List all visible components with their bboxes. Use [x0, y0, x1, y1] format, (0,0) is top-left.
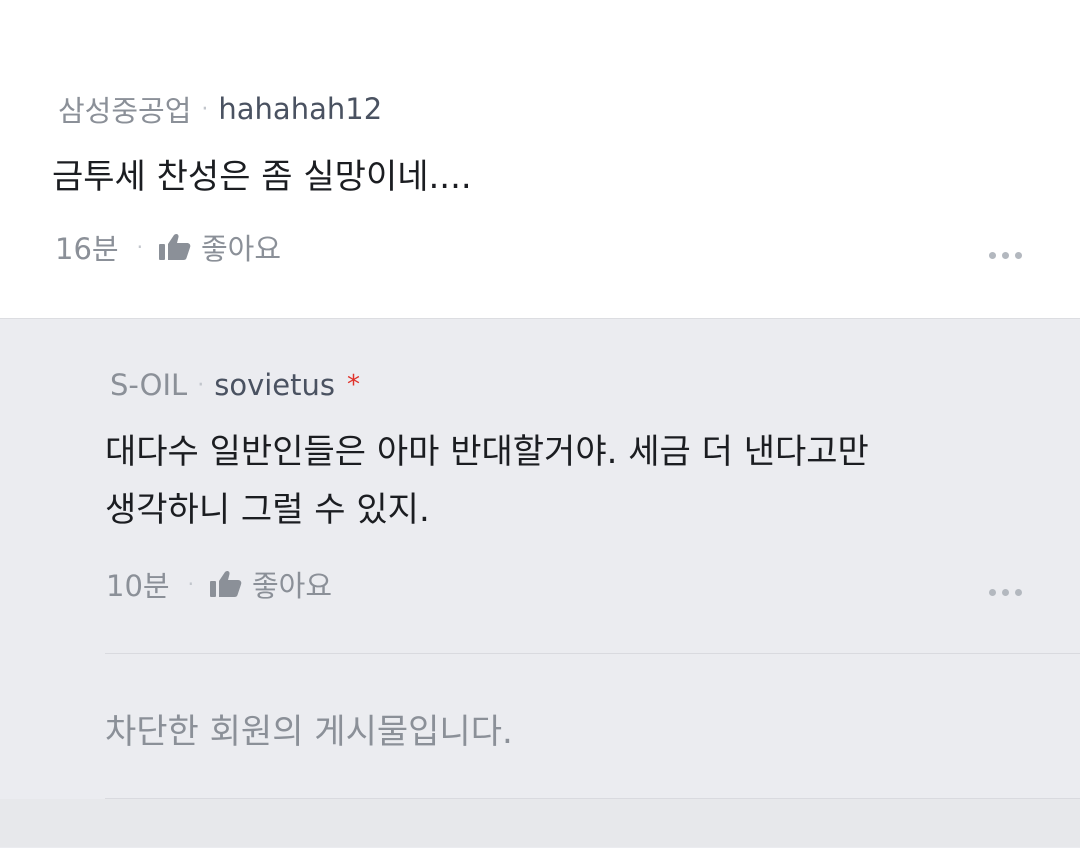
comment: 삼성중공업 · hahahah12 금투세 찬성은 좀 실망이네.... 16분…: [0, 0, 1080, 318]
comment-meta: 삼성중공업 · hahahah12: [58, 88, 382, 130]
more-dots-icon[interactable]: [989, 589, 1022, 596]
blocked-notice: 차단한 회원의 게시물입니다.: [105, 712, 513, 752]
like-label: 좋아요: [200, 232, 281, 266]
company-label: S-OIL: [110, 368, 188, 402]
like-button[interactable]: 좋아요: [209, 563, 332, 605]
meta-separator: ·: [197, 372, 205, 398]
divider: [105, 653, 1080, 654]
reply-text-line: 대다수 일반인들은 아마 반대할거야. 세금 더 낸다고만: [105, 432, 869, 472]
comment-actions: 16분 · 좋아요: [55, 226, 281, 268]
comment-text-line: 금투세 찬성은 좀 실망이네....: [52, 157, 472, 197]
nickname-link[interactable]: sovietus: [214, 368, 335, 402]
thumbs-up-icon: [209, 570, 242, 597]
reply-section: S-OIL · sovietus * 대다수 일반인들은 아마 반대할거야. 세…: [0, 318, 1080, 848]
reply-text-line: 생각하니 그럴 수 있지.: [105, 490, 430, 530]
company-label: 삼성중공업: [58, 94, 192, 128]
comment-text: 금투세 찬성은 좀 실망이네....: [52, 148, 472, 206]
more-dots-icon[interactable]: [989, 252, 1022, 259]
bottom-strip: [0, 799, 1080, 847]
like-label: 좋아요: [251, 569, 332, 603]
reply-text: 대다수 일반인들은 아마 반대할거야. 세금 더 낸다고만 생각하니 그럴 수 …: [105, 423, 869, 539]
reply-meta: S-OIL · sovietus *: [110, 368, 360, 402]
action-separator: ·: [136, 235, 143, 259]
nickname-link[interactable]: hahahah12: [218, 92, 382, 126]
meta-separator: ·: [201, 96, 209, 122]
thumbs-up-icon: [158, 233, 191, 260]
reply-actions: 10분 · 좋아요: [106, 563, 332, 605]
comment-time: 16분: [55, 232, 119, 266]
author-badge: *: [347, 370, 360, 400]
reply-time: 10분: [106, 569, 170, 603]
like-button[interactable]: 좋아요: [158, 226, 281, 268]
action-separator: ·: [187, 572, 194, 596]
